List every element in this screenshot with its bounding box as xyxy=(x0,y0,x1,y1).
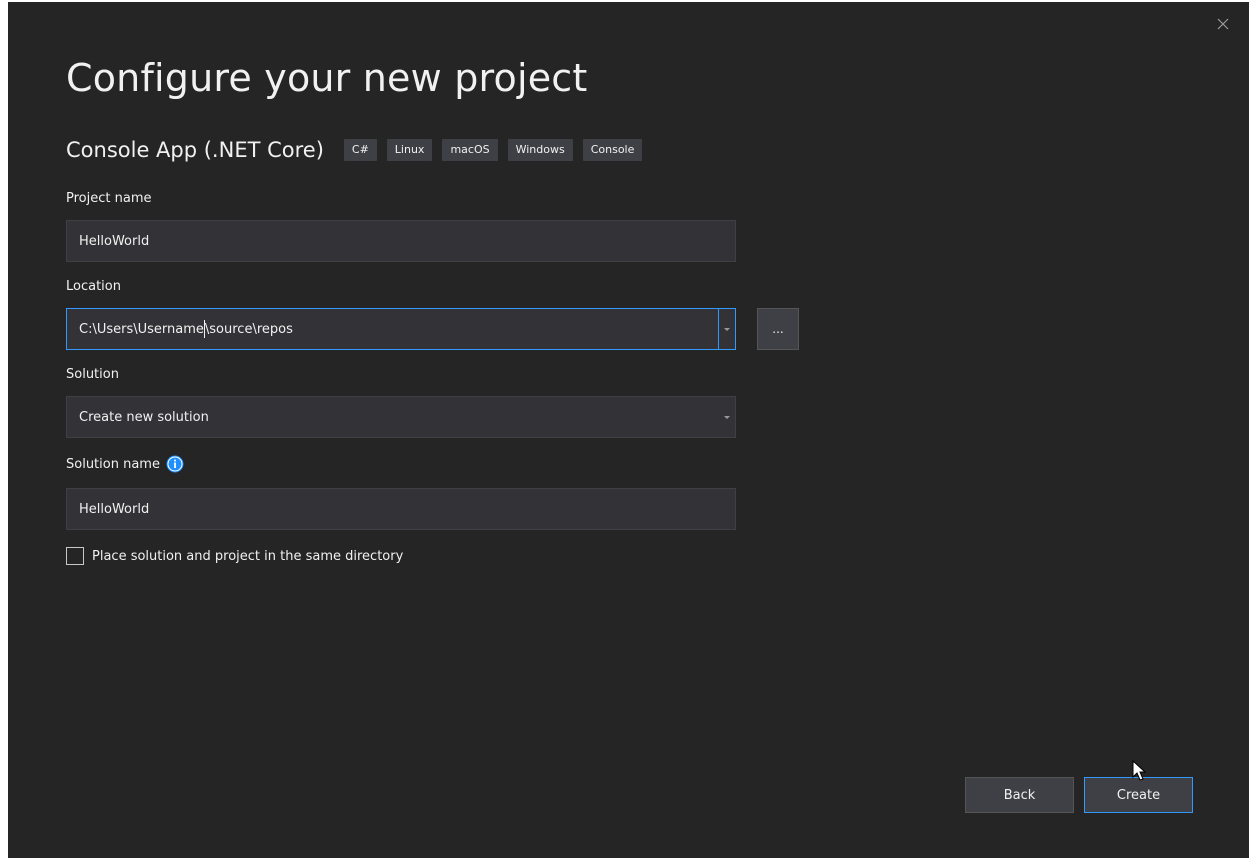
chevron-down-icon xyxy=(724,327,730,331)
solution-name-input[interactable]: HelloWorld xyxy=(66,488,736,530)
same-directory-option[interactable]: Place solution and project in the same d… xyxy=(66,547,403,565)
location-combobox[interactable]: C:\Users\Username \source\repos xyxy=(66,308,736,350)
solution-label: Solution xyxy=(66,367,119,382)
back-button[interactable]: Back xyxy=(965,777,1074,813)
project-name-label: Project name xyxy=(66,191,152,206)
create-button[interactable]: Create xyxy=(1084,777,1193,813)
tag-project-type: Console xyxy=(582,139,643,161)
tag-language: C# xyxy=(343,139,377,161)
solution-dropdown[interactable]: Create new solution xyxy=(66,396,736,438)
location-value-before-caret: C:\Users\Username xyxy=(79,321,204,337)
info-icon[interactable] xyxy=(166,455,184,473)
configure-project-dialog: Configure your new project Console App (… xyxy=(8,2,1249,858)
close-button[interactable] xyxy=(1211,12,1235,36)
solution-value: Create new solution xyxy=(79,409,209,425)
close-icon xyxy=(1217,18,1229,30)
solution-name-label-row: Solution name xyxy=(66,455,184,473)
tag-platform-linux: Linux xyxy=(386,139,433,161)
tag-platform-macos: macOS xyxy=(442,139,498,161)
solution-name-value: HelloWorld xyxy=(79,501,150,517)
location-dropdown-button[interactable] xyxy=(718,309,735,349)
tag-platform-windows: Windows xyxy=(507,139,573,161)
mouse-pointer-icon xyxy=(1132,760,1147,781)
same-directory-checkbox[interactable] xyxy=(66,547,84,565)
page-title: Configure your new project xyxy=(66,56,588,100)
browse-location-button[interactable]: ... xyxy=(757,308,799,350)
location-value-after-caret: \source\repos xyxy=(204,321,293,337)
solution-dropdown-button[interactable] xyxy=(719,397,735,437)
project-name-input[interactable]: HelloWorld xyxy=(66,220,736,262)
template-info: Console App (.NET Core) C# Linux macOS W… xyxy=(66,138,652,162)
solution-name-label: Solution name xyxy=(66,456,160,472)
project-name-value: HelloWorld xyxy=(79,233,150,249)
location-label: Location xyxy=(66,279,121,294)
same-directory-label: Place solution and project in the same d… xyxy=(92,548,404,564)
template-name: Console App (.NET Core) xyxy=(66,138,324,162)
chevron-down-icon xyxy=(724,415,730,419)
